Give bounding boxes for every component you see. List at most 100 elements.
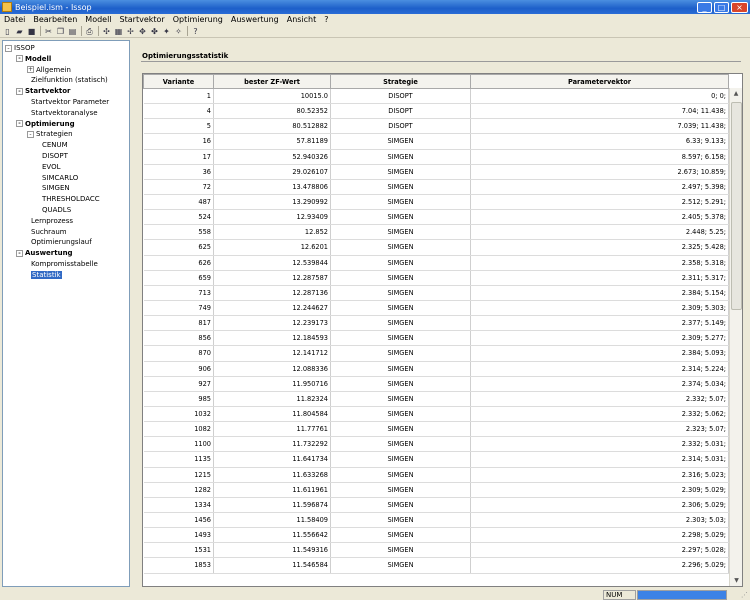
save-icon[interactable]: ■ (26, 26, 37, 37)
table-row[interactable]: 1334 11.596874 SIMGEN 2.306; 5.029; (143, 497, 729, 513)
copy-icon[interactable]: ❐ (55, 26, 66, 37)
table-row[interactable]: 1215 11.633268 SIMGEN 2.316; 5.023; (143, 467, 729, 483)
minimize-button[interactable]: _ (697, 1, 712, 13)
collapse-icon[interactable]: - (16, 55, 23, 63)
menu-optimierung[interactable]: Optimierung (169, 14, 227, 25)
run-icon[interactable]: ✤ (149, 26, 160, 37)
table-row[interactable]: 1456 11.58409 SIMGEN 2.303; 5.03; (143, 512, 729, 529)
collapse-icon[interactable]: - (16, 87, 23, 95)
table-row[interactable]: 524 12.93409 SIMGEN 2.405; 5.378; (143, 209, 729, 226)
table-row[interactable]: 749 12.244627 SIMGEN 2.309; 5.303; (143, 300, 729, 317)
optimize-icon[interactable]: ✥ (137, 26, 148, 37)
column-header-bester-zf-wert[interactable]: bester ZF-Wert (213, 74, 331, 89)
menu-help[interactable]: ? (320, 14, 332, 25)
table-cell: 7.039; 11.438; (470, 118, 729, 135)
new-file-icon[interactable]: ▯ (2, 26, 13, 37)
stop-icon[interactable]: ✦ (161, 26, 172, 37)
expand-icon[interactable]: + (27, 66, 34, 74)
tree-item-issop[interactable]: - ISSOP (5, 43, 129, 54)
tree-item-quadls[interactable]: QUADLS (5, 205, 129, 216)
tree-item-evol[interactable]: EVOL (5, 162, 129, 173)
tree-item-disopt[interactable]: DISOPT (5, 151, 129, 162)
menu-auswertung[interactable]: Auswertung (227, 14, 283, 25)
table-row[interactable]: 906 12.088336 SIMGEN 2.314; 5.224; (143, 361, 729, 377)
tree-item-cenum[interactable]: CENUM (5, 140, 129, 151)
menu-startvektor[interactable]: Startvektor (116, 14, 169, 25)
print-icon[interactable]: ⎙ (84, 26, 95, 37)
table-row[interactable]: 1100 11.732292 SIMGEN 2.332; 5.031; (143, 436, 729, 453)
close-button[interactable]: × (731, 1, 748, 13)
collapse-icon[interactable]: - (27, 130, 34, 138)
column-header-strategie[interactable]: Strategie (330, 74, 471, 89)
tree-item-strategien[interactable]: - Strategien (5, 129, 129, 140)
table-row[interactable]: 4 80.52352 DISOPT 7.04; 11.438; (143, 103, 729, 120)
maximize-button[interactable]: □ (714, 1, 729, 13)
table-row[interactable]: 626 12.539844 SIMGEN 2.358; 5.318; (143, 255, 729, 271)
vector-icon[interactable]: ✢ (125, 26, 136, 37)
tree-item-modell[interactable]: - Modell (5, 54, 129, 65)
table-row[interactable]: 659 12.287587 SIMGEN 2.311; 5.317; (143, 270, 729, 286)
tree-item-startvektor[interactable]: - Startvektor (5, 86, 129, 97)
table-row[interactable]: 625 12.6201 SIMGEN 2.325; 5.428; (143, 239, 729, 256)
table-row[interactable]: 856 12.184593 SIMGEN 2.309; 5.277; (143, 330, 729, 347)
model-icon[interactable]: ✣ (101, 26, 112, 37)
table-icon[interactable]: ▦ (113, 26, 124, 37)
tree-item-simgen[interactable]: SIMGEN (5, 183, 129, 194)
tree-item-suchraum[interactable]: Suchraum (5, 227, 129, 238)
table-row[interactable]: 36 29.026107 SIMGEN 2.673; 10.859; (143, 164, 729, 180)
scroll-down-icon[interactable]: ▼ (730, 575, 742, 586)
table-row[interactable]: 1 10015.0 DISOPT 0; 0; (143, 88, 729, 105)
collapse-icon[interactable]: - (5, 44, 12, 52)
table-row[interactable]: 5 80.512882 DISOPT 7.039; 11.438; (143, 118, 729, 135)
table-row[interactable]: 1135 11.641734 SIMGEN 2.314; 5.031; (143, 451, 729, 468)
menu-modell[interactable]: Modell (81, 14, 115, 25)
tree-item-startvektoranalyse[interactable]: Startvektoranalyse (5, 108, 129, 119)
table-row[interactable]: 1493 11.556642 SIMGEN 2.298; 5.029; (143, 527, 729, 544)
resize-grip-icon[interactable]: ⋰ (741, 591, 748, 599)
table-row[interactable]: 817 12.239173 SIMGEN 2.377; 5.149; (143, 315, 729, 332)
table-row[interactable]: 1082 11.77761 SIMGEN 2.323; 5.07; (143, 421, 729, 438)
table-row[interactable]: 1032 11.804584 SIMGEN 2.332; 5.062; (143, 406, 729, 423)
collapse-icon[interactable]: - (16, 249, 23, 257)
tree-item-thresholdacc[interactable]: THRESHOLDACC (5, 194, 129, 205)
tree-item-zielfunktion-statisch[interactable]: Zielfunktion (statisch) (5, 75, 129, 86)
tree-item-optimierung[interactable]: - Optimierung (5, 119, 129, 130)
table-row[interactable]: 1853 11.546584 SIMGEN 2.296; 5.029; (143, 557, 729, 574)
table-cell: SIMGEN (330, 512, 471, 529)
table-cell: SIMGEN (330, 467, 471, 483)
column-header-variante[interactable]: Variante (143, 74, 214, 89)
tree-item-lernprozess[interactable]: Lernprozess (5, 216, 129, 227)
cut-icon[interactable]: ✂ (43, 26, 54, 37)
table-row[interactable]: 72 13.478806 SIMGEN 2.497; 5.398; (143, 179, 729, 195)
table-row[interactable]: 870 12.141712 SIMGEN 2.384; 5.093; (143, 345, 729, 362)
column-header-parametervektor[interactable]: Parametervektor (470, 74, 729, 89)
tree-item-kompromisstabelle[interactable]: Kompromisstabelle (5, 259, 129, 270)
open-folder-icon[interactable]: ▰ (14, 26, 25, 37)
tree-item-simcarlo[interactable]: SIMCARLO (5, 173, 129, 184)
navigation-tree[interactable]: - ISSOP - Modell + Allgemein Zielfunktion (sta… (2, 40, 130, 587)
tree-item-statistik[interactable]: Statistik (5, 270, 129, 281)
settings-icon[interactable]: ✧ (173, 26, 184, 37)
menu-ansicht[interactable]: Ansicht (283, 14, 321, 25)
table-row[interactable]: 487 13.290992 SIMGEN 2.512; 5.291; (143, 194, 729, 211)
table-row[interactable]: 985 11.82324 SIMGEN 2.332; 5.07; (143, 391, 729, 407)
table-row[interactable]: 16 57.81189 SIMGEN 6.33; 9.133; (143, 133, 729, 150)
scroll-up-icon[interactable]: ▲ (730, 88, 742, 99)
tree-item-allgemein[interactable]: + Allgemein (5, 65, 129, 76)
scrollbar-thumb[interactable] (731, 102, 742, 310)
table-row[interactable]: 927 11.950716 SIMGEN 2.374; 5.034; (143, 376, 729, 392)
tree-item-auswertung[interactable]: - Auswertung (5, 248, 129, 259)
table-row[interactable]: 713 12.287136 SIMGEN 2.384; 5.154; (143, 285, 729, 301)
table-row[interactable]: 1282 11.611961 SIMGEN 2.309; 5.029; (143, 482, 729, 498)
table-row[interactable]: 1531 11.549316 SIMGEN 2.297; 5.028; (143, 542, 729, 559)
paste-icon[interactable]: ▤ (67, 26, 78, 37)
tree-item-startvektor-parameter[interactable]: Startvektor Parameter (5, 97, 129, 108)
vertical-scrollbar[interactable]: ▲ ▼ (729, 88, 742, 586)
table-row[interactable]: 558 12.852 SIMGEN 2.448; 5.25; (143, 224, 729, 241)
help-icon[interactable]: ? (190, 26, 201, 37)
tree-item-optimierungslauf[interactable]: Optimierungslauf (5, 237, 129, 248)
table-row[interactable]: 17 52.940326 SIMGEN 8.597; 6.158; (143, 149, 729, 165)
menu-datei[interactable]: Datei (0, 14, 29, 25)
collapse-icon[interactable]: - (16, 120, 23, 128)
menu-bearbeiten[interactable]: Bearbeiten (29, 14, 81, 25)
